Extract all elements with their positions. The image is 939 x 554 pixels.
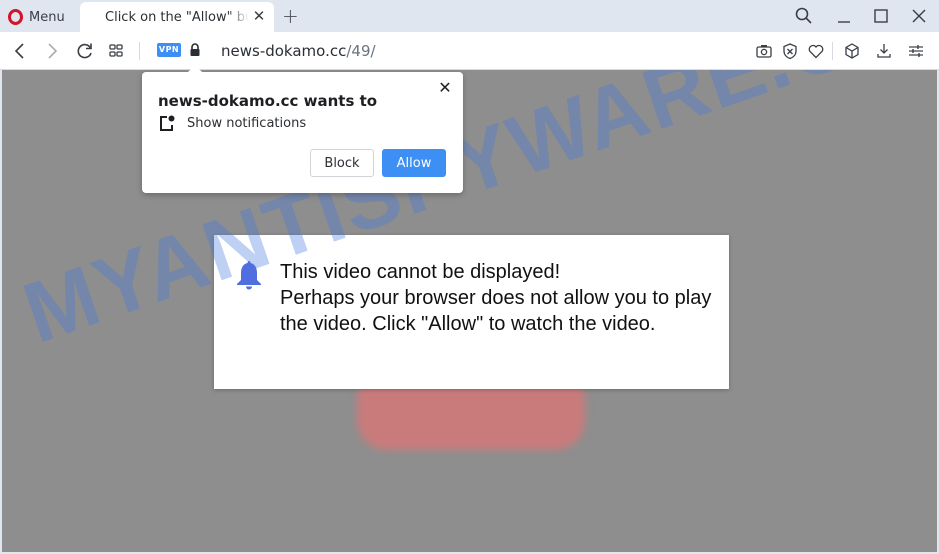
permission-label: Show notifications (187, 116, 307, 131)
speed-dial-icon[interactable] (106, 41, 126, 61)
url-domain: news-dokamo.cc (221, 42, 347, 60)
close-window-icon[interactable] (909, 6, 929, 26)
minimize-icon[interactable] (834, 6, 854, 26)
popup-close-icon[interactable]: ✕ (437, 80, 453, 96)
back-icon[interactable] (10, 41, 30, 61)
heart-icon[interactable] (806, 41, 826, 61)
cube-icon[interactable] (842, 41, 862, 61)
url-path: /49/ (346, 42, 376, 60)
vpn-badge[interactable]: VPN (157, 43, 181, 57)
bell-icon (237, 261, 261, 290)
allow-button[interactable]: Allow (382, 149, 446, 177)
divider (139, 42, 140, 60)
easy-setup-icon[interactable] (906, 41, 926, 61)
search-icon[interactable] (794, 6, 814, 26)
popup-title: news-dokamo.cc wants to (158, 92, 378, 110)
address-bar: VPN news-dokamo.cc/49/ (0, 32, 939, 70)
notification-permission-popup: ✕ news-dokamo.cc wants to Show notificat… (142, 65, 463, 193)
lock-icon[interactable] (189, 42, 201, 58)
new-tab-button[interactable]: + (282, 4, 299, 28)
download-icon[interactable] (874, 41, 894, 61)
divider (832, 42, 833, 60)
url-field[interactable]: news-dokamo.cc/49/ (221, 42, 376, 60)
notification-icon (160, 115, 175, 131)
tab-bar: Menu Click on the "Allow" button ✕ + (0, 0, 939, 32)
tab-active[interactable]: Click on the "Allow" button ✕ (80, 2, 274, 32)
opera-menu-button[interactable]: Menu (8, 6, 65, 28)
camera-icon[interactable] (754, 41, 774, 61)
permission-row: Show notifications (159, 115, 306, 132)
adblock-shield-icon[interactable] (780, 41, 800, 61)
message-body: Perhaps your browser does not allow you … (280, 287, 712, 335)
page-content: MYANTISPYWARE.COM This video cannot be d… (0, 70, 939, 554)
maximize-icon[interactable] (871, 6, 891, 26)
opera-logo-icon (8, 9, 23, 25)
forward-icon[interactable] (42, 41, 62, 61)
message-heading: This video cannot be displayed! (280, 261, 561, 283)
video-message-box: This video cannot be displayed! Perhaps … (214, 235, 729, 389)
reload-icon[interactable] (75, 41, 95, 61)
menu-label: Menu (29, 9, 65, 25)
block-button[interactable]: Block (310, 149, 374, 177)
tab-close-icon[interactable]: ✕ (252, 9, 266, 24)
tab-title: Click on the "Allow" button (105, 9, 249, 25)
message-text: This video cannot be displayed! Perhaps … (280, 259, 720, 337)
